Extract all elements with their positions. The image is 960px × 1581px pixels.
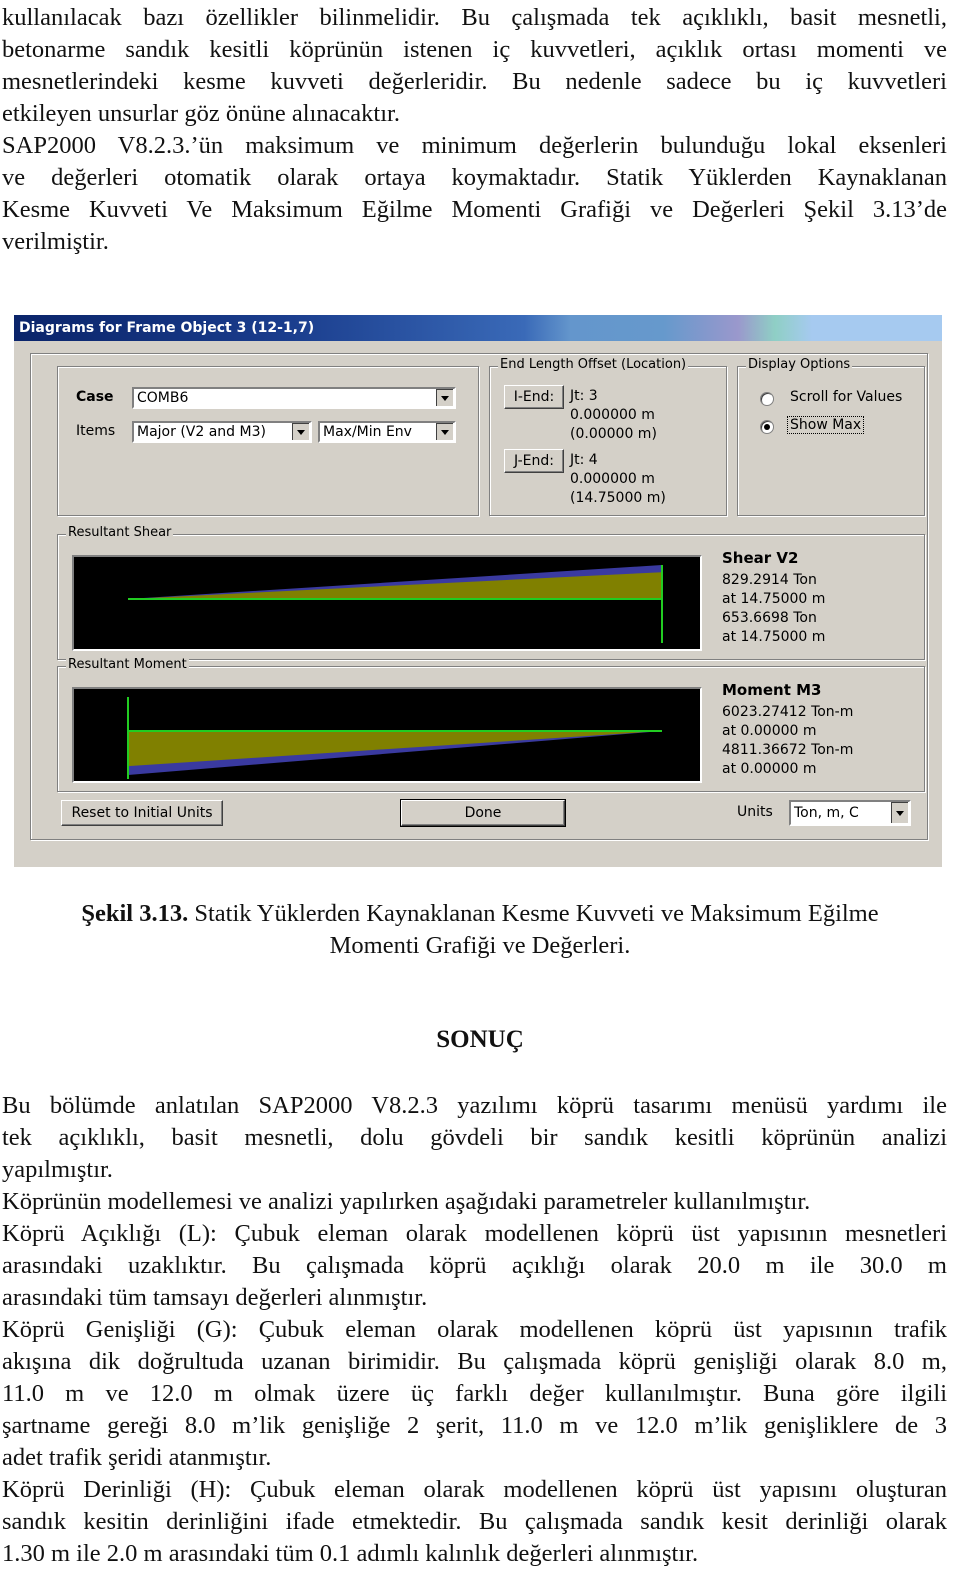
i-end-joint: Jt: 3 bbox=[570, 388, 598, 404]
moment-chart bbox=[127, 697, 662, 779]
j-end-info: Jt: 4 0.000000 m (14.75000 m) bbox=[570, 451, 666, 508]
i-end-button[interactable]: I-End: bbox=[504, 385, 564, 409]
text-line: arasındaki uzaklıktır. Bu çalışmada köpr… bbox=[2, 1252, 947, 1279]
case-label: Case bbox=[76, 389, 114, 405]
items-value: Major (V2 and M3) bbox=[137, 424, 266, 440]
moment-max-location: at 0.00000 m bbox=[722, 723, 817, 739]
resultant-shear-group: Resultant Shear Shear V2 829.2914 Ton at… bbox=[57, 525, 925, 660]
j-end-offset: 0.000000 m bbox=[570, 471, 655, 487]
shear-max-location: at 14.75000 m bbox=[722, 591, 826, 607]
radio-label: Scroll for Values bbox=[790, 389, 903, 405]
done-button[interactable]: Done bbox=[400, 799, 566, 827]
resultant-moment-label: Resultant Moment bbox=[66, 657, 189, 673]
end-length-offset-label: End Length Offset (Location) bbox=[498, 357, 689, 373]
items-label: Items bbox=[76, 423, 116, 439]
radio-label: Show Max bbox=[786, 416, 865, 434]
i-end-offset: 0.000000 m bbox=[570, 407, 655, 423]
envelope-select[interactable]: Max/Min Env bbox=[318, 421, 456, 443]
text-line: yapılmıştır. bbox=[2, 1156, 113, 1183]
intro-paragraph: kullanılacak bazı özellikler bilinmelidi… bbox=[2, 2, 947, 258]
units-select[interactable]: Ton, m, C bbox=[789, 800, 911, 826]
dialog-panel: Case COMB6 Items Major (V2 and M3) Max/M… bbox=[30, 353, 928, 840]
text-line: verilmiştir. bbox=[2, 228, 109, 255]
chevron-down-icon[interactable] bbox=[890, 802, 909, 824]
chevron-down-icon[interactable] bbox=[435, 423, 454, 441]
radio-button[interactable] bbox=[760, 392, 774, 406]
shear-diagram bbox=[72, 555, 702, 651]
dialog-title: Diagrams for Frame Object 3 (12-1,7) bbox=[14, 315, 942, 341]
text-line: Köprü Açıklığı (L): Çubuk eleman olarak … bbox=[2, 1220, 947, 1247]
moment-heading: Moment M3 bbox=[722, 681, 822, 699]
chevron-down-icon[interactable] bbox=[435, 389, 454, 407]
case-group: Case COMB6 Items Major (V2 and M3) Max/M… bbox=[57, 366, 479, 516]
shear-min-location: at 14.75000 m bbox=[722, 629, 826, 645]
radio-scroll-for-values[interactable]: Scroll for Values bbox=[760, 389, 920, 409]
case-select[interactable]: COMB6 bbox=[132, 387, 456, 409]
conclusion-text: Bu bölümde anlatılan SAP2000 V8.2.3 yazı… bbox=[2, 1090, 947, 1570]
text-line: sandık kesitin derinliğini ifade etmekte… bbox=[2, 1508, 947, 1535]
resultant-shear-label: Resultant Shear bbox=[66, 525, 174, 541]
text-line: betonarme sandık kesitli köprünün istene… bbox=[2, 36, 947, 63]
display-options-label: Display Options bbox=[746, 357, 853, 373]
units-value: Ton, m, C bbox=[794, 805, 859, 821]
j-end-joint: Jt: 4 bbox=[570, 452, 598, 468]
figure-label: Şekil 3.13. bbox=[81, 900, 189, 927]
section-heading: SONUÇ bbox=[436, 1026, 524, 1053]
text-line: 11.0 m ve 12.0 m olmak üzere üç farklı d… bbox=[2, 1380, 947, 1407]
text-line: tek açıklıklı, basit mesnetli, dolu gövd… bbox=[2, 1124, 947, 1151]
j-end-location: (14.75000 m) bbox=[570, 490, 666, 506]
chevron-down-icon[interactable] bbox=[291, 423, 310, 441]
shear-min-value: 653.6698 Ton bbox=[722, 610, 817, 626]
text-line: Kesme Kuvveti Ve Maksimum Eğilme Momenti… bbox=[2, 196, 947, 223]
end-length-offset-group: End Length Offset (Location) I-End: Jt: … bbox=[489, 357, 727, 516]
case-value: COMB6 bbox=[137, 390, 189, 406]
text-line: akışına dik doğrultuda uzanan birimidir.… bbox=[2, 1348, 947, 1375]
text-line: Köprü Genişliği (G): Çubuk eleman olarak… bbox=[2, 1316, 947, 1343]
radio-show-max[interactable]: Show Max bbox=[760, 416, 920, 437]
shear-max-value: 829.2914 Ton bbox=[722, 572, 817, 588]
i-end-location: (0.00000 m) bbox=[570, 426, 657, 442]
resultant-moment-group: Resultant Moment Moment M3 6023.27412 To… bbox=[57, 657, 925, 792]
units-label: Units bbox=[737, 804, 773, 820]
text-line: Köprü Derinliği (H): Çubuk eleman olarak… bbox=[2, 1476, 947, 1503]
shear-readout: Shear V2 829.2914 Ton at 14.75000 m 653.… bbox=[722, 549, 825, 647]
moment-max-value: 6023.27412 Ton-m bbox=[722, 704, 854, 720]
figure-caption: Şekil 3.13. Statik Yüklerden Kaynaklanan… bbox=[0, 898, 960, 962]
text-line: Bu bölümde anlatılan SAP2000 V8.2.3 yazı… bbox=[2, 1092, 947, 1119]
envelope-value: Max/Min Env bbox=[323, 424, 412, 440]
shear-heading: Shear V2 bbox=[722, 549, 799, 567]
items-select[interactable]: Major (V2 and M3) bbox=[132, 421, 312, 443]
text-line: SAP2000 V8.2.3.’ün maksimum ve minimum d… bbox=[2, 132, 947, 159]
text-line: arasındaki tüm tamsayı değerleri alınmış… bbox=[2, 1284, 428, 1311]
text-line: mesnetlerindeki kesme kuvveti değerlerid… bbox=[2, 68, 947, 95]
text-line: adet trafik şeridi atanmıştır. bbox=[2, 1444, 272, 1471]
j-end-button[interactable]: J-End: bbox=[504, 449, 564, 473]
moment-min-location: at 0.00000 m bbox=[722, 761, 817, 777]
caption-line-2: Momenti Grafiği ve Değerleri. bbox=[329, 932, 631, 959]
text-line: şartname gereği 8.0 m’lik genişliğe 2 şe… bbox=[2, 1412, 947, 1439]
display-options-group: Display Options Scroll for Values Show M… bbox=[737, 357, 925, 516]
text-line: etkileyen unsurlar göz önüne alınacaktır… bbox=[2, 100, 400, 127]
text-line: Köprünün modellemesi ve analizi yapılırk… bbox=[2, 1188, 811, 1215]
moment-diagram bbox=[72, 687, 702, 783]
reset-units-button[interactable]: Reset to Initial Units bbox=[61, 800, 223, 826]
text-line: kullanılacak bazı özellikler bilinmelidi… bbox=[2, 4, 947, 31]
i-end-info: Jt: 3 0.000000 m (0.00000 m) bbox=[570, 387, 657, 444]
shear-chart bbox=[128, 565, 663, 643]
caption-line-1: Statik Yüklerden Kaynaklanan Kesme Kuvve… bbox=[188, 900, 879, 927]
radio-button[interactable] bbox=[760, 420, 774, 434]
frame-diagram-dialog: Diagrams for Frame Object 3 (12-1,7) Cas… bbox=[14, 315, 942, 867]
text-line: ve değerleri otomatik olarak ortaya koym… bbox=[2, 164, 947, 191]
text-line: 1.30 m ile 2.0 m arasındaki tüm 0.1 adım… bbox=[2, 1540, 699, 1567]
moment-readout: Moment M3 6023.27412 Ton-m at 0.00000 m … bbox=[722, 681, 853, 779]
moment-min-value: 4811.36672 Ton-m bbox=[722, 742, 854, 758]
